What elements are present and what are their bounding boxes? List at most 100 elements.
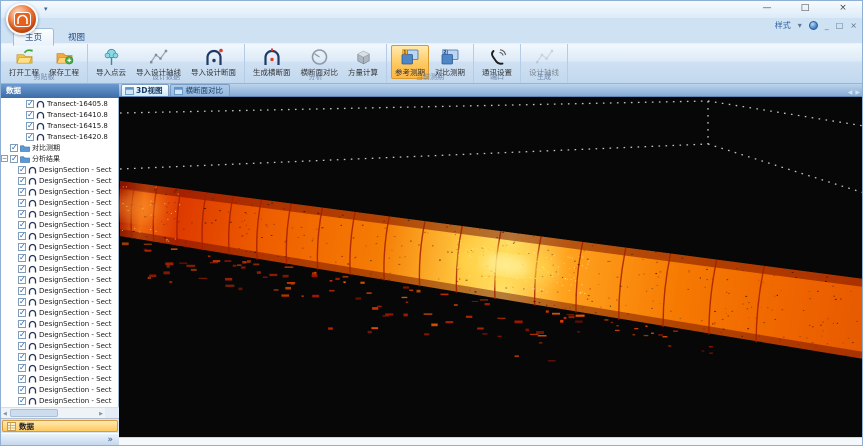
close-button[interactable]: × (832, 3, 854, 15)
tree-item[interactable]: ✓Transect-16420.8 (1, 131, 118, 142)
tree-checkbox[interactable]: ✓ (10, 155, 18, 163)
cross-section-icon (28, 397, 37, 405)
ribbon-group-label: 剪贴板 (1, 72, 87, 82)
tree-checkbox[interactable]: ✓ (26, 111, 34, 119)
tree-checkbox[interactable]: ✓ (18, 320, 26, 328)
tree-checkbox[interactable]: ✓ (18, 166, 26, 174)
tree-item[interactable]: ✓DesignSection - Sect (1, 373, 118, 384)
ribbon-minimize-button[interactable]: _ (825, 21, 829, 30)
import-pointcloud-icon (102, 47, 121, 66)
tree-checkbox[interactable]: ✓ (18, 254, 26, 262)
tree-item[interactable]: ✓DesignSection - Sect (1, 219, 118, 230)
style-caret-icon[interactable]: ▾ (798, 21, 802, 30)
horizontal-scroll-thumb[interactable] (10, 409, 58, 417)
ribbon-tab-1[interactable]: 视图 (56, 28, 97, 46)
tree-checkbox[interactable]: ✓ (18, 331, 26, 339)
tree-item[interactable]: ✓DesignSection - Sect (1, 197, 118, 208)
tree-item[interactable]: ✓Transect-16410.8 (1, 109, 118, 120)
application-window: — □ × ▾ 样式 ▾ _ □ × 主页视图 打开工程保存工程剪贴板导入点云导… (0, 0, 863, 446)
tree-checkbox[interactable]: ✓ (26, 100, 34, 108)
doc-tab-label: 横断面对比 (185, 85, 223, 96)
tree-item-label: DesignSection - Sect (39, 166, 112, 174)
tree-item-label: DesignSection - Sect (39, 243, 112, 251)
3d-viewport[interactable] (119, 97, 863, 437)
ribbon-close-button[interactable]: × (850, 21, 857, 30)
data-dock-tab[interactable]: 数据 (2, 420, 118, 432)
tree-item[interactable]: ✓ DesignSection - Sect (1, 164, 118, 175)
tree-item[interactable]: ✓DesignSection - Sect (1, 296, 118, 307)
tab-scroll-nav: ◀ ▶ (848, 89, 863, 96)
tree-item[interactable]: ✓DesignSection - Sect (1, 274, 118, 285)
doc-tab-1[interactable]: 横断面对比 (170, 84, 230, 96)
scroll-right-icon[interactable]: ▶ (99, 411, 103, 417)
tree-checkbox[interactable]: ✓ (18, 364, 26, 372)
tree-checkbox[interactable]: ✓ (18, 177, 26, 185)
help-icon[interactable] (809, 21, 818, 30)
maximize-button[interactable]: □ (794, 3, 816, 15)
tunnel-app-icon (14, 12, 31, 27)
application-menu-button[interactable] (6, 3, 38, 35)
tree-checkbox[interactable]: ✓ (18, 386, 26, 394)
tree-item[interactable]: ✓Transect-16415.8 (1, 120, 118, 131)
tree-checkbox[interactable]: ✓ (18, 232, 26, 240)
tree-item[interactable]: ✓对比测期 (1, 142, 118, 153)
tree-checkbox[interactable]: ✓ (18, 199, 26, 207)
tree-collapse-icon[interactable]: − (1, 155, 8, 162)
tree-checkbox[interactable]: ✓ (18, 276, 26, 284)
title-bar: — □ × (1, 1, 862, 18)
chevron-more-icon[interactable]: » (107, 435, 113, 445)
tree-item[interactable]: ✓DesignSection - Sect (1, 384, 118, 395)
panel-footer: » (1, 433, 119, 446)
tree-item[interactable]: ✓DesignSection - Sect (1, 318, 118, 329)
comm-settings-icon (488, 47, 507, 66)
tree-item[interactable]: ✓DesignSection - Sect (1, 362, 118, 373)
tab-scroll-left-icon[interactable]: ◀ (848, 89, 853, 96)
doc-tab-0[interactable]: 3D视图 (121, 84, 169, 96)
tree-item[interactable]: ✓DesignSection - Sect (1, 307, 118, 318)
tree-checkbox[interactable]: ✓ (18, 397, 26, 405)
tree-checkbox[interactable]: ✓ (18, 353, 26, 361)
tree-item[interactable]: ✓DesignSection - Sect (1, 263, 118, 274)
tree-checkbox[interactable]: ✓ (18, 287, 26, 295)
cross-section-icon (28, 386, 37, 394)
ribbon-restore-button[interactable]: □ (836, 21, 844, 30)
tree-item[interactable]: ✓DesignSection - Sect (1, 252, 118, 263)
tab-scroll-right-icon[interactable]: ▶ (855, 89, 860, 96)
minimize-button[interactable]: — (756, 3, 778, 15)
cross-section-icon (28, 320, 37, 328)
tree-item-label: DesignSection - Sect (39, 210, 112, 218)
tree-checkbox[interactable]: ✓ (18, 309, 26, 317)
tree-item[interactable]: ✓DesignSection - Sect (1, 395, 118, 406)
tree-item[interactable]: ✓DesignSection - Sect (1, 285, 118, 296)
tree-checkbox[interactable]: ✓ (18, 375, 26, 383)
quick-access-dropdown-icon[interactable]: ▾ (44, 5, 48, 13)
cross-section-icon (28, 364, 37, 372)
ribbon-group: 打开工程保存工程剪贴板 (1, 44, 88, 83)
tree-item[interactable]: ✓Transect-16405.8 (1, 98, 118, 109)
tree-checkbox[interactable]: ✓ (18, 188, 26, 196)
tree-item[interactable]: ✓ DesignSection - Sect (1, 241, 118, 252)
ribbon-group: 导入点云导入设计轴线导入设计断面设计数据 (88, 44, 245, 83)
tree-checkbox[interactable]: ✓ (26, 133, 34, 141)
tree-item[interactable]: ✓ DesignSection - Sect (1, 208, 118, 219)
style-selector[interactable]: 样式 (775, 20, 791, 31)
tree-checkbox[interactable]: ✓ (18, 265, 26, 273)
tree-item[interactable]: ✓DesignSection - Sect (1, 175, 118, 186)
tree-item[interactable]: ✓DesignSection - Sect (1, 186, 118, 197)
tree-item[interactable]: ✓DesignSection - Sect (1, 230, 118, 241)
tree-item[interactable]: −✓分析结果 (1, 153, 118, 164)
scroll-left-icon[interactable]: ◀ (3, 411, 7, 417)
tree-checkbox[interactable]: ✓ (18, 221, 26, 229)
tree-checkbox[interactable]: ✓ (10, 144, 18, 152)
tree-horizontal-scrollbar[interactable]: ◀ ▶ (1, 407, 105, 418)
tree-checkbox[interactable]: ✓ (18, 298, 26, 306)
cross-section-icon (28, 309, 37, 317)
tree-item[interactable]: ✓DesignSection - Sect (1, 329, 118, 340)
tree-item[interactable]: ✓DesignSection - Sect (1, 340, 118, 351)
tree-checkbox[interactable]: ✓ (18, 243, 26, 251)
generate-section-icon (262, 47, 282, 66)
tree-checkbox[interactable]: ✓ (18, 342, 26, 350)
tree-checkbox[interactable]: ✓ (18, 210, 26, 218)
tree-checkbox[interactable]: ✓ (26, 122, 34, 130)
tree-item[interactable]: ✓DesignSection - Sect (1, 351, 118, 362)
